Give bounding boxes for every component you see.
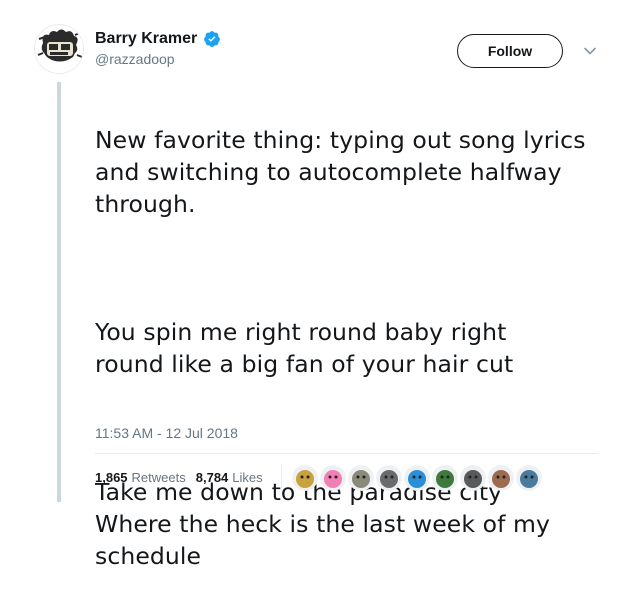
- divider: [95, 453, 598, 454]
- chevron-down-icon[interactable]: [583, 44, 597, 58]
- follow-button[interactable]: Follow: [457, 34, 563, 68]
- retweets-stat[interactable]: 1,865 Retweets: [95, 470, 186, 485]
- retweets-label: Retweets: [131, 470, 186, 485]
- likes-count: 8,784: [195, 470, 229, 485]
- avatar-drawing-icon: [35, 25, 83, 73]
- liker-avatar[interactable]: [292, 465, 318, 491]
- liker-avatar[interactable]: [404, 465, 430, 491]
- likes-stat[interactable]: 8,784 Likes: [196, 470, 263, 485]
- liker-avatar-icon: [292, 465, 318, 491]
- liker-avatar[interactable]: [488, 465, 514, 491]
- verified-badge-icon: [204, 31, 221, 47]
- liker-avatar-icon: [460, 465, 486, 491]
- liker-avatar[interactable]: [432, 465, 458, 491]
- likes-label: Likes: [232, 470, 263, 485]
- liker-avatar-icon: [516, 465, 542, 491]
- liker-avatar-icon: [320, 465, 346, 491]
- retweets-count: 1,865: [95, 470, 128, 485]
- liker-avatars: [292, 465, 544, 491]
- tweet-paragraph: You spin me right round baby right round…: [95, 318, 514, 378]
- liker-avatar-icon: [488, 465, 514, 491]
- liker-avatar[interactable]: [516, 465, 542, 491]
- avatar[interactable]: [34, 24, 84, 74]
- liker-avatar[interactable]: [376, 465, 402, 491]
- author-block: Barry Kramer @razzadoop: [95, 30, 221, 67]
- author-name-row: Barry Kramer: [95, 30, 221, 48]
- liker-avatar-icon: [376, 465, 402, 491]
- stats-separator: [281, 464, 282, 490]
- author-name[interactable]: Barry Kramer: [95, 30, 197, 48]
- tweet-timestamp[interactable]: 11:53 AM - 12 Jul 2018: [95, 425, 238, 441]
- liker-avatar[interactable]: [348, 465, 374, 491]
- liker-avatar-icon: [348, 465, 374, 491]
- liker-avatar-icon: [432, 465, 458, 491]
- thread-line: [57, 82, 61, 502]
- liker-avatar-icon: [404, 465, 430, 491]
- tweet-text: New favorite thing: typing out song lyri…: [95, 92, 615, 604]
- tweet-stats: 1,865 Retweets 8,784 Likes: [95, 470, 263, 485]
- author-handle[interactable]: @razzadoop: [95, 51, 221, 67]
- liker-avatar[interactable]: [460, 465, 486, 491]
- liker-avatar[interactable]: [320, 465, 346, 491]
- tweet-paragraph: New favorite thing: typing out song lyri…: [95, 126, 586, 218]
